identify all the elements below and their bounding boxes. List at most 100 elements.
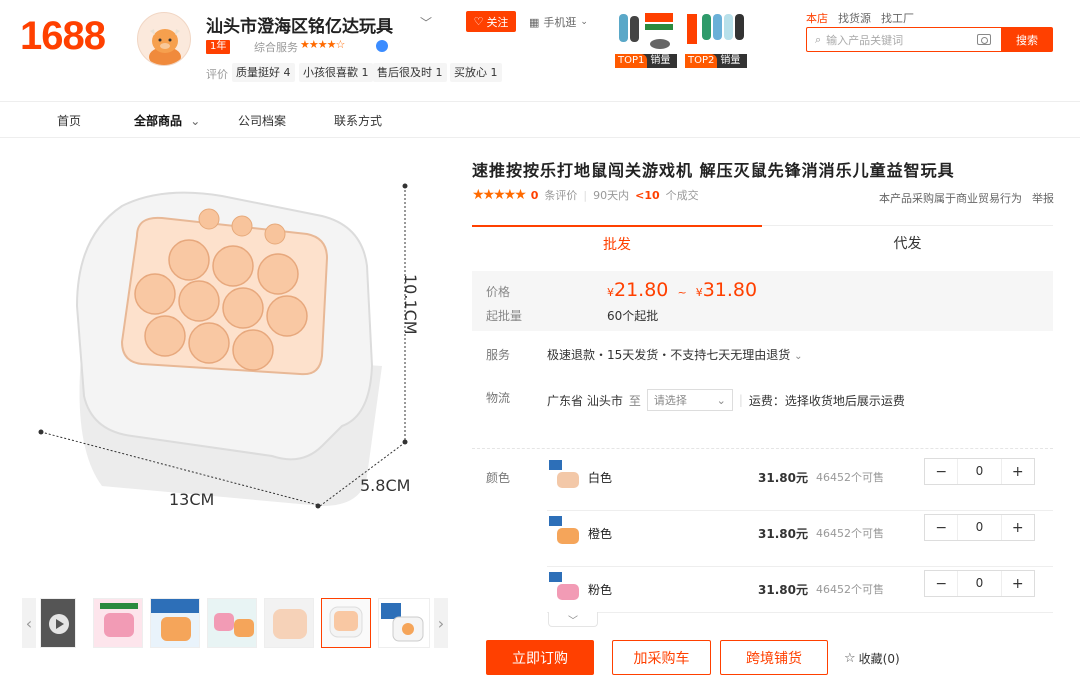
deal-count: <10	[635, 188, 660, 202]
service-label: 综合服务	[254, 41, 298, 54]
thumb-image[interactable]	[93, 598, 143, 648]
sku-price: 31.80元	[758, 527, 808, 541]
thumb-video[interactable]	[40, 598, 76, 648]
sku-thumbnail[interactable]	[549, 572, 581, 604]
search-scope-tabs: 本店 找货源 找工厂	[806, 10, 914, 26]
service-value[interactable]: 极速退款・15天发货・不支持七天无理由退货 ⌄	[547, 346, 803, 363]
product-thumbnail	[615, 10, 677, 54]
plus-button[interactable]: +	[1002, 464, 1034, 480]
currency-symbol: ¥	[695, 286, 703, 299]
color-label: 颜色	[486, 471, 511, 485]
shop-name[interactable]: 汕头市澄海区铭亿达玩具	[206, 12, 393, 37]
thumb-image[interactable]	[150, 598, 200, 648]
nav-home[interactable]: 首页	[57, 112, 81, 129]
sku-price: 31.80元	[758, 583, 808, 597]
follow-button[interactable]: ♡ 关注	[466, 11, 516, 32]
sku-name: 粉色	[588, 583, 613, 597]
plus-button[interactable]: +	[1002, 576, 1034, 592]
nav-contact[interactable]: 联系方式	[334, 112, 382, 129]
buy-now-button[interactable]: 立即订购	[486, 640, 594, 675]
minus-button[interactable]: −	[925, 520, 957, 536]
plus-button[interactable]: +	[1002, 520, 1034, 536]
cross-border-button[interactable]: 跨境铺货	[720, 640, 828, 675]
search-button[interactable]: 搜索	[1001, 27, 1053, 52]
search-icon: ⌕	[815, 32, 822, 46]
dimension-width: 13CM	[169, 490, 215, 509]
top-sales-badge-1[interactable]: TOP1 销量	[615, 10, 677, 70]
quantity-input[interactable]: 0	[957, 459, 1002, 484]
chevron-left-icon: ‹	[25, 613, 33, 633]
quantity-input[interactable]: 0	[957, 571, 1002, 596]
main-product-image[interactable]: 10.1CM 13CM 5.8CM	[22, 156, 452, 586]
favorite-label: 收藏(0)	[858, 652, 900, 666]
logistics-row: 广东省 汕头市 至 请选择 ⌄ | 运费：选择收货地后展示运费	[547, 389, 905, 411]
eval-tag[interactable]: 买放心 1	[450, 63, 502, 82]
divider: |	[583, 188, 588, 202]
chevron-down-icon: ⌄	[716, 393, 726, 407]
destination-select[interactable]: 请选择 ⌄	[646, 389, 733, 411]
eval-tag[interactable]: 售后很及时 1	[373, 63, 447, 82]
chevron-down-icon[interactable]: ﹀	[420, 14, 432, 31]
camera-icon[interactable]	[977, 34, 991, 45]
top-sales-badge-2[interactable]: TOP2 销量	[685, 10, 747, 70]
qr-code-icon: ▦	[529, 15, 540, 29]
minus-button[interactable]: −	[925, 576, 957, 592]
dimension-depth: 5.8CM	[360, 476, 411, 495]
tab-find-source[interactable]: 找货源	[838, 10, 871, 26]
tab-wholesale[interactable]: 批发	[472, 225, 762, 260]
chevron-down-icon: ⌄	[794, 351, 803, 362]
nav-all-products[interactable]: 全部商品 ⌄	[134, 112, 200, 129]
expand-skus-button[interactable]: ﹀	[548, 612, 598, 627]
heart-icon: ♡	[473, 15, 484, 28]
dimension-height: 10.1CM	[401, 274, 420, 335]
service-stars: ★★★★☆	[300, 38, 345, 51]
eval-tag[interactable]: 小孩很喜歡 1	[299, 63, 373, 82]
trade-note: 本产品采购属于商业贸易行为	[879, 192, 1022, 205]
shop-avatar[interactable]	[137, 12, 191, 66]
eval-tag[interactable]: 质量挺好 4	[232, 63, 295, 82]
review-count[interactable]: 0	[531, 189, 539, 202]
thumb-prev-button[interactable]: ‹	[22, 598, 36, 648]
price-box: 价格 ¥21.80 ~ ¥31.80 起批量 60个起批	[472, 271, 1053, 331]
price-label: 价格	[486, 285, 511, 299]
thumb-image[interactable]	[264, 598, 314, 648]
currency-symbol: ¥	[607, 286, 614, 299]
thumb-image-selected[interactable]	[321, 598, 371, 648]
tab-find-factory[interactable]: 找工厂	[881, 10, 914, 26]
sku-thumbnail[interactable]	[549, 460, 581, 492]
moq-label: 起批量	[486, 309, 523, 323]
chevron-down-icon: ⌄	[580, 17, 588, 27]
service-row-label: 服务	[486, 348, 511, 362]
add-to-cart-button[interactable]: 加采购车	[612, 640, 711, 675]
tab-dropship[interactable]: 代发	[762, 225, 1053, 260]
search-input[interactable]: ⌕ 输入产品关键词	[806, 27, 1002, 52]
sku-price: 31.80元	[758, 471, 808, 485]
sku-stock: 46452个可售	[816, 471, 884, 484]
thumb-image[interactable]	[378, 598, 430, 648]
nav-company-profile[interactable]: 公司档案	[238, 112, 286, 129]
mobile-browse-link[interactable]: ▦ 手机逛 ⌄	[529, 14, 588, 30]
minus-button[interactable]: −	[925, 464, 957, 480]
price-range: ¥21.80 ~ ¥31.80	[607, 279, 757, 301]
eval-label: 评价	[206, 68, 228, 81]
thumb-image[interactable]	[207, 598, 257, 648]
moq-value: 60个起批	[607, 309, 659, 323]
site-logo[interactable]: 1688	[20, 14, 106, 59]
deal-label: 个成交	[665, 189, 699, 202]
rank-text: 销量	[650, 55, 671, 66]
quantity-input[interactable]: 0	[957, 515, 1002, 540]
divider	[547, 612, 1053, 613]
rank-label: TOP2	[685, 54, 718, 68]
favorite-button[interactable]: ☆ 收藏(0)	[844, 650, 900, 667]
shipping-note: 运费：选择收货地后展示运费	[748, 393, 905, 408]
thumb-next-button[interactable]: ›	[434, 598, 448, 648]
chevron-down-icon: ⌄	[190, 114, 201, 128]
service-text: 极速退款・15天发货・不支持七天无理由退货	[547, 348, 791, 362]
tab-this-shop[interactable]: 本店	[806, 10, 828, 26]
report-link[interactable]: 举报	[1032, 190, 1054, 206]
year-badge: 1年	[206, 40, 231, 54]
quantity-stepper: − 0 +	[924, 458, 1035, 485]
sku-row: 橙色 31.80元 46452个可售 − 0 +	[547, 511, 1053, 567]
sku-thumbnail[interactable]	[549, 516, 581, 548]
divider	[472, 448, 1053, 449]
